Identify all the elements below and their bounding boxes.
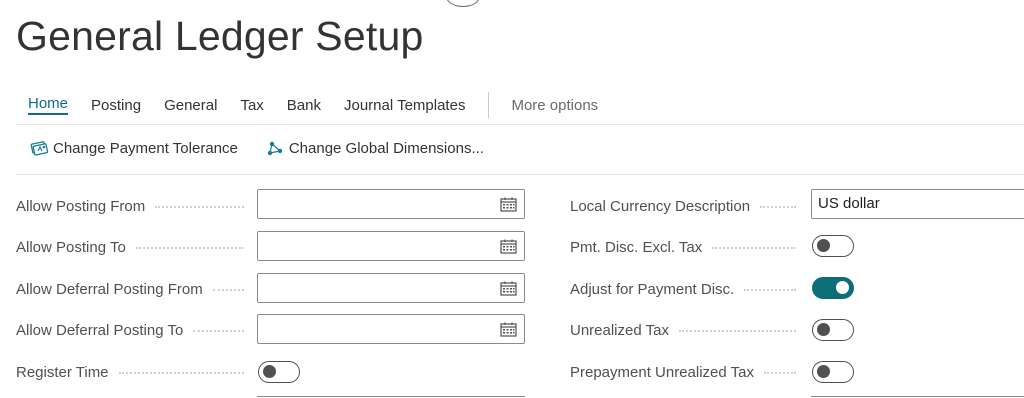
tab-posting[interactable]: Posting bbox=[91, 97, 141, 114]
label-leader bbox=[760, 206, 796, 208]
prepayment-unrealized-tax-toggle[interactable] bbox=[812, 361, 854, 383]
prepayment-unrealized-tax-label: Prepayment Unrealized Tax bbox=[570, 363, 754, 381]
adjust-for-payment-disc-label: Adjust for Payment Disc. bbox=[570, 280, 735, 298]
tab-journal-templates[interactable]: Journal Templates bbox=[344, 97, 465, 114]
allow-posting-from-label: Allow Posting From bbox=[16, 197, 146, 215]
label-leader bbox=[678, 330, 796, 332]
field-unrealized-tax: Unrealized Tax bbox=[570, 314, 804, 346]
toggle-knob bbox=[263, 365, 276, 378]
field-register-time: Register Time bbox=[16, 356, 252, 388]
change-global-dimensions-button[interactable]: Change Global Dimensions... bbox=[266, 140, 484, 157]
allow-deferral-posting-to-label: Allow Deferral Posting To bbox=[16, 321, 184, 339]
global-dimensions-icon bbox=[267, 141, 283, 156]
general-ledger-setup-page: General Ledger Setup Home Posting Genera… bbox=[0, 0, 1024, 398]
field-adjust-for-payment-disc: Adjust for Payment Disc. bbox=[570, 273, 804, 305]
change-payment-tolerance-label: Change Payment Tolerance bbox=[53, 140, 238, 157]
allow-posting-from-input[interactable] bbox=[257, 189, 525, 219]
toggle-knob bbox=[817, 365, 830, 378]
field-local-currency-description: Local Currency Description bbox=[570, 190, 804, 222]
local-currency-description-label: Local Currency Description bbox=[570, 197, 751, 215]
label-leader bbox=[193, 330, 244, 332]
field-allow-deferral-posting-from: Allow Deferral Posting From bbox=[16, 273, 252, 305]
register-time-label: Register Time bbox=[16, 363, 109, 381]
divider bbox=[16, 174, 1024, 175]
tab-bank[interactable]: Bank bbox=[287, 97, 321, 114]
toggle-knob bbox=[817, 323, 830, 336]
change-payment-tolerance-button[interactable]: Change Payment Tolerance bbox=[30, 140, 238, 157]
label-leader bbox=[212, 289, 244, 291]
unrealized-tax-toggle[interactable] bbox=[812, 319, 854, 341]
calendar-icon[interactable] bbox=[500, 322, 517, 337]
local-currency-description-input[interactable]: US dollar bbox=[811, 189, 1024, 219]
field-allow-posting-to: Allow Posting To bbox=[16, 231, 252, 263]
more-options-button[interactable]: More options bbox=[511, 97, 598, 114]
calendar-icon[interactable] bbox=[500, 281, 517, 296]
tab-tax[interactable]: Tax bbox=[240, 97, 263, 114]
local-currency-description-value: US dollar bbox=[818, 195, 880, 212]
toggle-knob bbox=[836, 281, 849, 294]
action-bar: Change Payment Tolerance Change Global D… bbox=[30, 140, 512, 157]
calendar-icon[interactable] bbox=[500, 239, 517, 254]
label-leader bbox=[135, 247, 244, 249]
pmt-disc-excl-tax-toggle[interactable] bbox=[812, 235, 854, 257]
unrealized-tax-label: Unrealized Tax bbox=[570, 321, 669, 339]
payment-tolerance-icon bbox=[30, 141, 49, 156]
toggle-knob bbox=[817, 239, 830, 252]
allow-deferral-posting-from-label: Allow Deferral Posting From bbox=[16, 280, 203, 298]
register-time-toggle[interactable] bbox=[258, 361, 300, 383]
label-leader bbox=[763, 372, 796, 374]
label-leader bbox=[744, 289, 796, 291]
tab-general[interactable]: General bbox=[164, 97, 217, 114]
allow-deferral-posting-to-input[interactable] bbox=[257, 314, 525, 344]
adjust-for-payment-disc-toggle[interactable] bbox=[812, 277, 854, 299]
page-title: General Ledger Setup bbox=[16, 13, 424, 59]
field-allow-deferral-posting-to: Allow Deferral Posting To bbox=[16, 314, 252, 346]
allow-posting-to-input[interactable] bbox=[257, 231, 525, 261]
calendar-icon[interactable] bbox=[500, 197, 517, 212]
field-pmt-disc-excl-tax: Pmt. Disc. Excl. Tax bbox=[570, 231, 804, 263]
action-tabs: Home Posting General Tax Bank Journal Te… bbox=[28, 92, 621, 118]
pmt-disc-excl-tax-label: Pmt. Disc. Excl. Tax bbox=[570, 238, 703, 256]
partial-circle-icon bbox=[446, 0, 480, 7]
label-leader bbox=[155, 206, 244, 208]
label-leader bbox=[118, 372, 244, 374]
tab-home[interactable]: Home bbox=[28, 95, 69, 115]
tab-divider bbox=[488, 92, 490, 118]
label-leader bbox=[712, 247, 796, 249]
change-global-dimensions-label: Change Global Dimensions... bbox=[288, 140, 484, 157]
field-allow-posting-from: Allow Posting From bbox=[16, 190, 252, 222]
allow-deferral-posting-from-input[interactable] bbox=[257, 273, 525, 303]
field-prepayment-unrealized-tax: Prepayment Unrealized Tax bbox=[570, 356, 804, 388]
divider bbox=[16, 124, 1024, 125]
allow-posting-to-label: Allow Posting To bbox=[16, 238, 126, 256]
